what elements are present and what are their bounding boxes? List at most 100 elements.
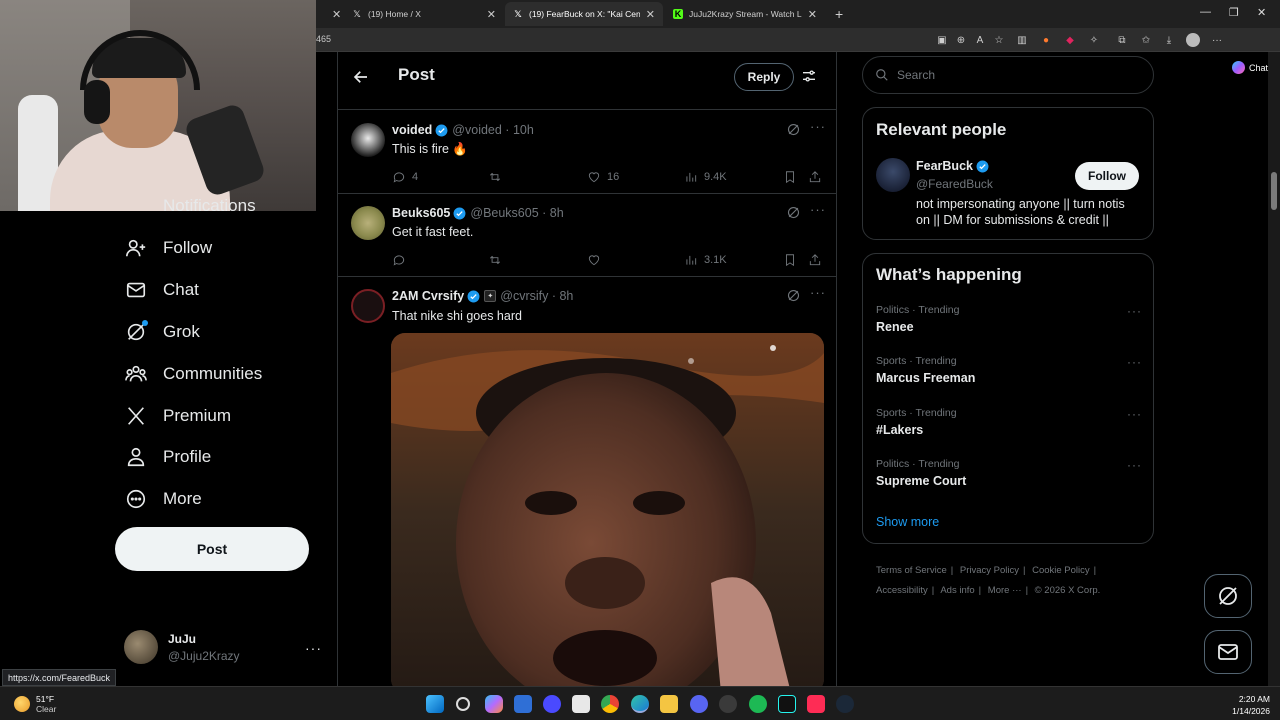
views-action[interactable]: 9.4K: [684, 170, 727, 184]
nav-notifications[interactable]: Notifications: [124, 192, 256, 216]
favorite-star-icon[interactable]: ☆: [993, 34, 1005, 46]
grok-icon[interactable]: [786, 122, 801, 137]
extension-orange-icon[interactable]: ●: [1040, 34, 1052, 46]
more-options-icon[interactable]: ···: [1127, 304, 1142, 318]
nav-communities[interactable]: Communities: [124, 359, 262, 389]
accessibility-link[interactable]: Accessibility: [876, 585, 928, 596]
privacy-link[interactable]: Privacy Policy: [960, 565, 1019, 576]
app-available-icon[interactable]: ▣: [936, 34, 948, 46]
more-options-icon[interactable]: ···: [1127, 458, 1142, 472]
avatar[interactable]: [351, 123, 385, 157]
read-aloud-icon[interactable]: A: [974, 34, 986, 46]
profile-avatar-icon[interactable]: [1186, 33, 1200, 47]
spotify-icon[interactable]: [749, 695, 767, 713]
extensions-puzzle-icon[interactable]: ✧: [1088, 34, 1100, 46]
close-icon[interactable]: ✕: [808, 8, 817, 21]
nav-grok[interactable]: Grok: [124, 317, 200, 347]
reply-time[interactable]: 8h: [559, 289, 573, 303]
follow-button[interactable]: Follow: [1075, 162, 1139, 190]
page-scrollbar[interactable]: [1268, 52, 1280, 686]
views-action[interactable]: 3.1K: [684, 253, 727, 267]
bookmark-action[interactable]: [783, 253, 803, 267]
reply-button[interactable]: Reply: [734, 63, 794, 91]
search-input[interactable]: [897, 68, 1127, 82]
account-switcher[interactable]: JuJu @Juju2Krazy: [124, 630, 240, 664]
copilot-icon[interactable]: [485, 695, 503, 713]
tab-fearbuck-post[interactable]: 𝕏 (19) FearBuck on X: "Kai Cenat sh ✕: [505, 2, 663, 26]
edge-icon[interactable]: [631, 695, 649, 713]
avatar[interactable]: [351, 289, 385, 323]
mail-app-icon[interactable]: [514, 695, 532, 713]
more-options-icon[interactable]: ···: [1127, 355, 1142, 369]
nav-chat[interactable]: Chat: [124, 275, 199, 305]
extension-red-icon[interactable]: ◆: [1064, 34, 1076, 46]
reply-media-gif[interactable]: [391, 333, 824, 686]
bookmark-action[interactable]: [783, 170, 803, 184]
reply-action[interactable]: 4: [392, 170, 418, 184]
ads-info-link[interactable]: Ads info: [940, 585, 974, 596]
trend-item[interactable]: Sports · Trending #Lakers ···: [876, 407, 1142, 437]
downloads-icon[interactable]: ⤓: [1163, 34, 1175, 46]
tiktok-live-icon[interactable]: [807, 695, 825, 713]
reply-author-name[interactable]: voided: [392, 123, 432, 137]
repost-action[interactable]: [488, 253, 508, 267]
relevant-person-handle[interactable]: @FearedBuck: [916, 177, 993, 191]
relevant-person-name[interactable]: FearBuck: [916, 159, 993, 173]
favorites-icon[interactable]: ✩: [1140, 34, 1152, 46]
more-options-icon[interactable]: ···: [1127, 407, 1142, 421]
avatar[interactable]: [876, 158, 910, 192]
sort-replies-icon[interactable]: [801, 68, 817, 84]
like-action[interactable]: [587, 253, 607, 267]
address-text[interactable]: 465: [316, 34, 331, 44]
share-action[interactable]: [808, 170, 828, 184]
trend-item[interactable]: Politics · Trending Renee ···: [876, 304, 1142, 334]
reply-author-handle[interactable]: @cvrsify: [500, 289, 548, 303]
scrollbar-thumb[interactable]: [1271, 172, 1277, 210]
start-icon[interactable]: [426, 695, 444, 713]
nav-profile[interactable]: Profile: [124, 442, 211, 472]
reply-item[interactable]: Beuks605 @Beuks605 · 8h Get it fast feet…: [338, 194, 836, 277]
app-icon[interactable]: [572, 695, 590, 713]
extension-icon[interactable]: ▥: [1016, 34, 1028, 46]
tab-kick-stream[interactable]: K JuJu2Krazy Stream - Watch Live o ✕: [665, 2, 825, 26]
chrome-icon[interactable]: [601, 695, 619, 713]
account-more-icon[interactable]: ···: [305, 640, 322, 656]
close-icon[interactable]: ✕: [646, 8, 655, 21]
browser-menu-icon[interactable]: ···: [1211, 34, 1223, 46]
new-tab-button[interactable]: +: [827, 2, 847, 26]
grok-icon[interactable]: [786, 205, 801, 220]
trend-item[interactable]: Sports · Trending Marcus Freeman ···: [876, 355, 1142, 385]
search-box[interactable]: [862, 56, 1154, 94]
reply-author-name[interactable]: 2AM Cvrsify: [392, 289, 464, 303]
app-icon[interactable]: [719, 695, 737, 713]
app-icon[interactable]: [543, 695, 561, 713]
maximize-icon[interactable]: ❐: [1229, 6, 1239, 19]
like-action[interactable]: 16: [587, 170, 619, 184]
zoom-icon[interactable]: ⊕: [955, 34, 967, 46]
reply-time[interactable]: 8h: [550, 206, 564, 220]
file-explorer-icon[interactable]: [660, 695, 678, 713]
nav-more[interactable]: More: [124, 484, 202, 514]
more-options-icon[interactable]: ···: [810, 202, 826, 217]
window-close-icon[interactable]: ✕: [1257, 6, 1266, 19]
more-options-icon[interactable]: ···: [810, 285, 826, 300]
nav-premium[interactable]: Premium: [124, 401, 231, 431]
reply-author-handle[interactable]: @voided: [452, 123, 502, 137]
share-action[interactable]: [808, 253, 828, 267]
more-link[interactable]: More ···: [988, 585, 1022, 596]
reply-author-handle[interactable]: @Beuks605: [470, 206, 538, 220]
grok-icon[interactable]: [786, 288, 801, 303]
grok-float-button[interactable]: [1204, 574, 1252, 618]
reply-item[interactable]: voided @voided · 10h This is fire 🔥 ··· …: [338, 111, 836, 194]
show-more-link[interactable]: Show more: [876, 515, 939, 529]
terms-link[interactable]: Terms of Service: [876, 565, 947, 576]
more-options-icon[interactable]: ···: [810, 119, 826, 134]
trend-item[interactable]: Politics · Trending Supreme Court ···: [876, 458, 1142, 488]
cookie-link[interactable]: Cookie Policy: [1032, 565, 1090, 576]
repost-action[interactable]: [488, 170, 508, 184]
avatar[interactable]: [351, 206, 385, 240]
steam-icon[interactable]: [836, 695, 854, 713]
tiktok-icon[interactable]: [778, 695, 796, 713]
close-icon[interactable]: ✕: [487, 8, 496, 21]
reply-author-name[interactable]: Beuks605: [392, 206, 450, 220]
